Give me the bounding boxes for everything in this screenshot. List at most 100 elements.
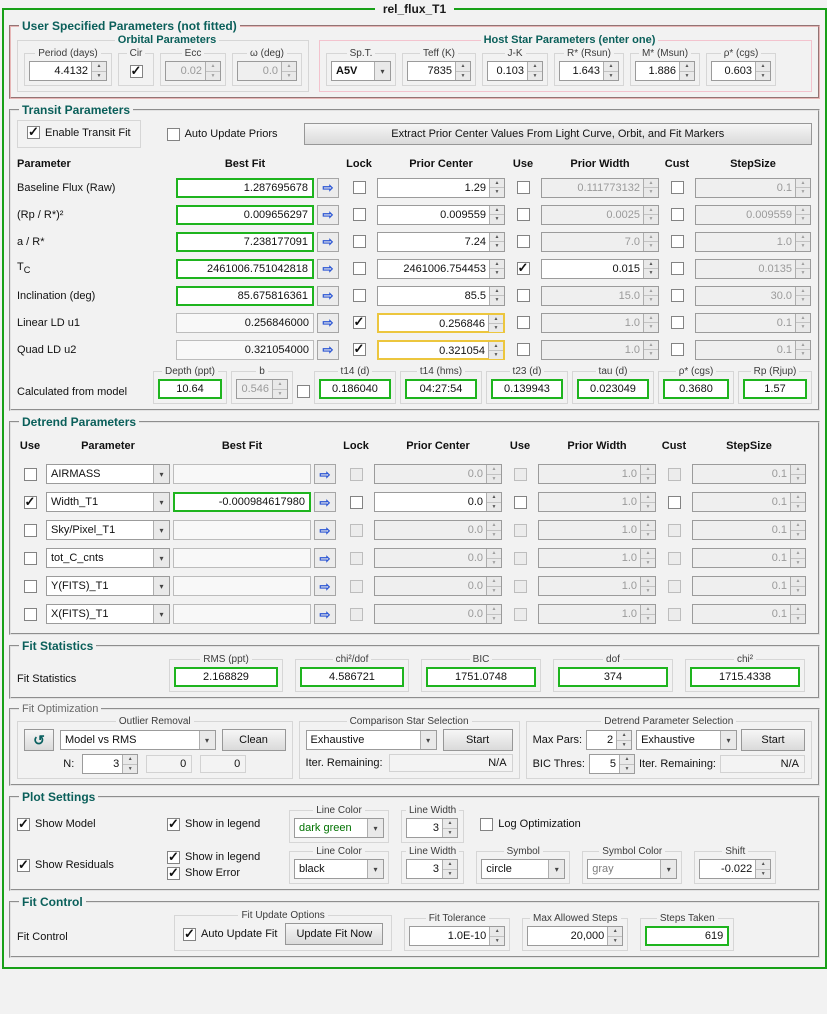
detrend-selection-start-button[interactable]: Start <box>741 729 805 751</box>
cust-checkbox[interactable] <box>670 235 684 248</box>
undo-outlier-removal-button[interactable]: ↺ <box>24 729 54 751</box>
spin-down-icon[interactable] <box>644 350 658 359</box>
stepsize-spinner[interactable]: 0.1 <box>692 492 806 512</box>
spin-down-icon[interactable] <box>791 614 805 623</box>
auto-update-priors[interactable]: Auto Update Priors <box>166 127 278 141</box>
spin-down-icon[interactable] <box>641 530 655 539</box>
enable-transit-fit[interactable]: Enable Transit Fit <box>27 124 131 140</box>
prior-width-spinner[interactable]: 1.0 <box>538 464 656 484</box>
spin-up-icon[interactable] <box>490 286 504 296</box>
use-prior-checkbox[interactable] <box>513 495 527 509</box>
spin-up-icon[interactable] <box>604 62 618 72</box>
copy-best-fit-button[interactable]: ⇨ <box>314 464 336 484</box>
cust-checkbox[interactable] <box>670 289 684 302</box>
spin-up-icon[interactable] <box>791 493 805 503</box>
use-detrend-checkbox[interactable] <box>23 579 37 593</box>
show-model-checkbox[interactable] <box>17 816 30 832</box>
stepsize-spinner[interactable]: 0.1 <box>695 177 811 198</box>
cust-checkbox[interactable] <box>667 607 681 621</box>
spin-up-icon[interactable] <box>641 549 655 559</box>
cust-checkbox[interactable] <box>670 208 684 221</box>
spin-up-icon[interactable] <box>644 178 658 188</box>
spin-up-icon[interactable] <box>641 605 655 615</box>
spin-down-icon[interactable] <box>489 350 503 359</box>
spin-down-icon[interactable] <box>644 188 658 197</box>
spin-up-icon[interactable] <box>528 62 542 72</box>
use-prior-checkbox[interactable] <box>513 551 527 565</box>
spin-up-icon[interactable] <box>443 860 457 870</box>
use-prior-checkbox[interactable] <box>513 579 527 593</box>
stepsize-spinner[interactable]: 0.1 <box>695 312 811 333</box>
spin-up-icon[interactable] <box>641 521 655 531</box>
lock-checkbox[interactable] <box>349 579 363 593</box>
use-prior-checkbox[interactable] <box>513 607 527 621</box>
outlier-method-combo[interactable]: Model vs RMS ▾ <box>60 730 216 750</box>
mstar-value[interactable]: 1.886 <box>636 62 679 80</box>
b-spinner[interactable]: 0.546 <box>236 379 288 399</box>
spin-down-icon[interactable] <box>443 828 457 837</box>
n-value[interactable]: 3 <box>83 755 122 773</box>
spin-up-icon[interactable] <box>489 341 503 351</box>
prior-center-spinner[interactable]: 1.29 <box>377 177 505 198</box>
cust-checkbox[interactable] <box>667 467 681 481</box>
rstar-value[interactable]: 1.643 <box>560 62 603 80</box>
spin-down-icon[interactable] <box>641 614 655 623</box>
spin-down-icon[interactable] <box>791 530 805 539</box>
model-line-width-spinner[interactable]: 3 <box>406 818 458 838</box>
use-detrend-checkbox[interactable] <box>23 523 37 537</box>
prior-center-spinner[interactable]: 0.0 <box>374 492 502 512</box>
model-line-color-combo[interactable]: dark green ▾ <box>294 818 384 838</box>
prior-width-spinner[interactable]: 0.111773132 <box>541 177 659 198</box>
omega-spinner[interactable]: 0.0 <box>237 61 297 81</box>
circular-orbit-checkbox[interactable] <box>129 63 143 79</box>
spin-down-icon[interactable] <box>490 215 504 224</box>
use-prior-checkbox[interactable] <box>516 316 530 329</box>
spin-up-icon[interactable] <box>487 521 501 531</box>
spin-up-icon[interactable] <box>796 232 810 242</box>
spin-down-icon[interactable] <box>206 71 220 80</box>
b-lock-checkbox[interactable] <box>297 385 310 398</box>
stepsize-spinner[interactable]: 0.1 <box>692 464 806 484</box>
spin-up-icon[interactable] <box>641 493 655 503</box>
prior-width-spinner[interactable]: 1.0 <box>538 520 656 540</box>
spin-down-icon[interactable] <box>273 389 287 398</box>
spin-down-icon[interactable] <box>796 188 810 197</box>
spin-down-icon[interactable] <box>644 296 658 305</box>
use-prior-checkbox[interactable] <box>516 181 530 194</box>
copy-best-fit-button[interactable]: ⇨ <box>314 492 336 512</box>
prior-center-spinner[interactable]: 0.0 <box>374 464 502 484</box>
detrend-parameter-combo[interactable]: X(FITS)_T1 ▾ <box>46 604 170 624</box>
spin-down-icon[interactable] <box>641 502 655 511</box>
spin-down-icon[interactable] <box>617 740 632 749</box>
show-model[interactable]: Show Model <box>17 816 167 832</box>
spectral-type-combo[interactable]: A5V ▾ <box>331 61 391 81</box>
spin-down-icon[interactable] <box>641 474 655 483</box>
residuals-legend-checkbox[interactable] <box>167 849 180 865</box>
prior-center-value[interactable]: 2461006.754453 <box>378 260 489 278</box>
log-optimization-checkbox[interactable] <box>480 817 494 831</box>
spin-up-icon[interactable] <box>796 340 810 350</box>
spin-up-icon[interactable] <box>644 286 658 296</box>
rho-star-value[interactable]: 0.603 <box>712 62 755 80</box>
spin-up-icon[interactable] <box>487 549 501 559</box>
cust-checkbox[interactable] <box>670 181 684 194</box>
copy-best-fit-button[interactable]: ⇨ <box>314 520 336 540</box>
prior-center-value[interactable]: 7.24 <box>378 233 489 251</box>
lock-checkbox[interactable] <box>352 262 366 275</box>
spin-down-icon[interactable] <box>644 242 658 251</box>
use-prior-checkbox[interactable] <box>513 467 527 481</box>
spin-up-icon[interactable] <box>487 605 501 615</box>
prior-center-spinner[interactable]: 7.24 <box>377 231 505 252</box>
copy-best-fit-button[interactable]: ⇨ <box>317 231 339 252</box>
cust-checkbox[interactable] <box>670 343 684 356</box>
show-residuals-checkbox[interactable] <box>17 857 30 873</box>
spin-up-icon[interactable] <box>791 521 805 531</box>
prior-width-spinner[interactable]: 1.0 <box>538 492 656 512</box>
lock-checkbox[interactable] <box>352 289 366 302</box>
stepsize-spinner[interactable]: 0.009559 <box>695 204 811 225</box>
prior-center-spinner[interactable]: 0.0 <box>374 520 502 540</box>
spin-up-icon[interactable] <box>644 340 658 350</box>
shift-value[interactable]: -0.022 <box>700 860 755 878</box>
log-optimization[interactable]: Log Optimization <box>480 817 581 831</box>
spin-down-icon[interactable] <box>644 323 658 332</box>
